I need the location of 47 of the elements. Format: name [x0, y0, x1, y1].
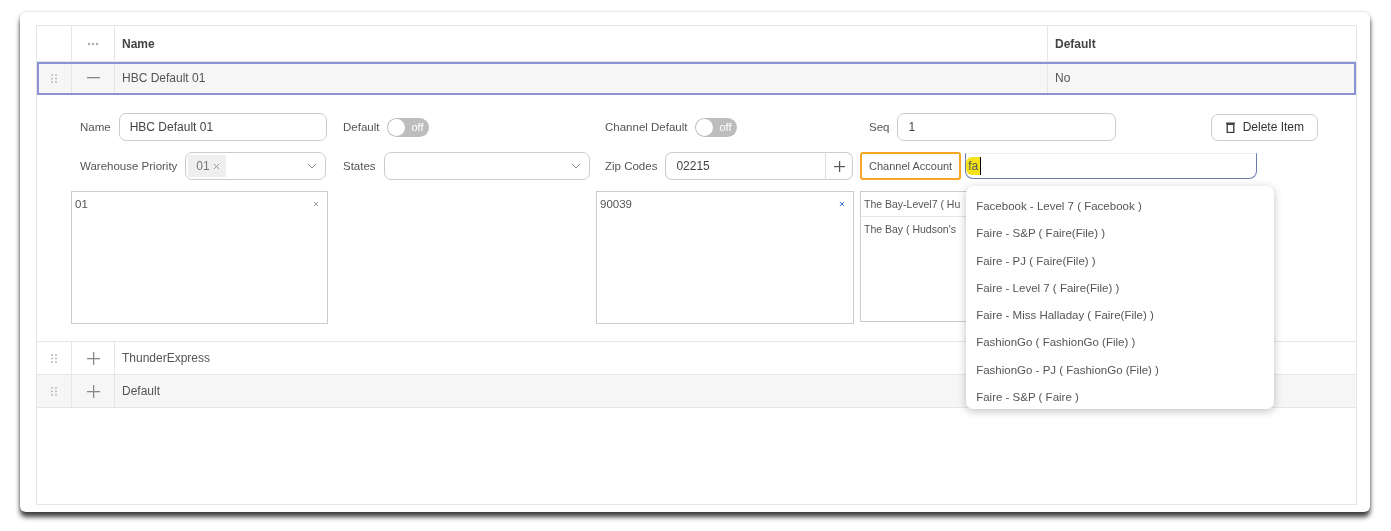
column-header[interactable]: Default [1055, 36, 1096, 51]
dropdown-option[interactable]: Faire - S&P ( Faire ) [966, 391, 1275, 409]
field-label: Channel Account [860, 152, 962, 180]
chevron-down-icon [307, 163, 318, 169]
list-item[interactable]: 90039 [600, 198, 632, 210]
field-label: States [342, 160, 377, 172]
field-label: Channel Default [604, 121, 689, 133]
more-icon[interactable] [87, 41, 99, 46]
dropdown-option[interactable]: Faire - S&P ( Faire(File) ) [966, 227, 1275, 255]
tag: 01 [188, 155, 226, 177]
add-button[interactable] [825, 152, 854, 180]
table-cell: No [1055, 71, 1071, 85]
name-field[interactable]: HBC Default 01 [118, 113, 327, 141]
drag-handle-icon[interactable] [51, 386, 57, 396]
seq-field[interactable]: 1 [897, 113, 1117, 141]
dropdown-option[interactable]: Faire - PJ ( Faire(File) ) [966, 254, 1275, 282]
zip-code-field[interactable]: 02215 [665, 152, 826, 180]
list-item[interactable]: The Bay ( Hudson's [864, 223, 956, 235]
trash-icon [1225, 121, 1235, 133]
select-field[interactable]: 01 [185, 152, 327, 180]
field-label: Name [79, 121, 112, 133]
column-header[interactable]: Name [122, 36, 155, 51]
table-row[interactable]: HBC Default 01 No [37, 62, 1356, 95]
list-item[interactable]: The Bay-Level7 ( Hu [864, 198, 961, 210]
field-label: Warehouse Priority [79, 160, 179, 172]
table-cell: ThunderExpress [122, 351, 211, 365]
delete-button[interactable]: Delete Item [1210, 113, 1318, 141]
expand-icon[interactable] [86, 351, 100, 365]
typed-text: fa [966, 157, 982, 175]
drag-handle-icon[interactable] [51, 73, 57, 83]
dropdown-option[interactable]: Faire - Level 7 ( Faire(File) ) [966, 281, 1275, 310]
table-cell: HBC Default 01 [122, 71, 206, 85]
expand-icon[interactable] [86, 384, 100, 398]
close-icon[interactable] [313, 201, 319, 207]
field-label: Seq [868, 121, 891, 133]
add-icon [833, 160, 845, 172]
list-item[interactable]: 01 [75, 198, 88, 210]
drag-handle-icon[interactable] [51, 353, 57, 363]
chevron-down-icon [571, 163, 581, 169]
select-field[interactable] [383, 152, 590, 180]
table-cell: Default [122, 384, 161, 398]
close-icon[interactable] [212, 162, 220, 170]
dropdown-option[interactable]: Faire - Miss Halladay ( Faire(File) ) [966, 309, 1275, 337]
close-icon[interactable] [839, 201, 845, 207]
field-label: Default [342, 121, 381, 133]
dropdown-option[interactable]: Facebook - Level 7 ( Facebook ) [966, 200, 1275, 228]
field-label: Zip Codes [604, 160, 659, 172]
